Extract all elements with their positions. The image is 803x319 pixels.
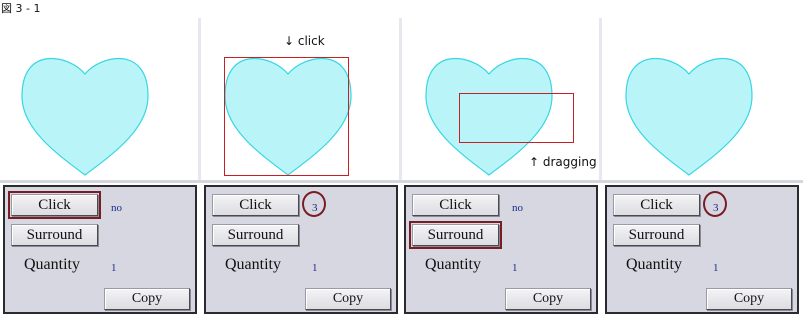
quantity-value: 1 — [111, 262, 117, 274]
copy-button[interactable]: Copy — [104, 288, 190, 310]
copy-button[interactable]: Copy — [505, 288, 591, 310]
surround-button[interactable]: Surround — [409, 221, 502, 249]
quantity-label: Quantity — [626, 256, 682, 273]
click-value: no — [512, 202, 523, 214]
section-divider — [0, 180, 803, 183]
control-panel-3: Click no Surround Quantity 1 Copy — [404, 185, 598, 314]
click-button[interactable]: Click — [613, 194, 700, 216]
quantity-label: Quantity — [425, 256, 481, 273]
control-panel-2: Click 3 Surround Quantity 1 Copy — [204, 185, 398, 314]
click-value: 3 — [312, 202, 318, 214]
click-button[interactable]: Click — [212, 194, 299, 216]
surround-button[interactable]: Surround — [212, 224, 299, 246]
click-button[interactable]: Click — [412, 194, 499, 216]
control-panel-4: Click 3 Surround Quantity 1 Copy — [605, 185, 799, 314]
copy-button[interactable]: Copy — [305, 288, 391, 310]
canvas-3[interactable]: ↑ dragging — [402, 18, 599, 180]
click-value: no — [111, 202, 122, 214]
quantity-value: 1 — [713, 262, 719, 274]
control-panel-1: Click no Surround Quantity 1 Copy — [3, 185, 197, 314]
selection-rectangle — [224, 57, 349, 176]
surround-button[interactable]: Surround — [11, 224, 98, 246]
copy-button[interactable]: Copy — [706, 288, 792, 310]
heart-shape[interactable] — [624, 18, 754, 180]
canvas-4[interactable] — [602, 18, 803, 180]
canvas-2[interactable]: ↓ click — [201, 18, 399, 180]
quantity-label: Quantity — [225, 256, 281, 273]
drag-selection-rectangle — [459, 93, 574, 143]
surround-button[interactable]: Surround — [613, 224, 700, 246]
quantity-value: 1 — [512, 262, 518, 274]
quantity-value: 1 — [312, 262, 318, 274]
heart-shape[interactable] — [20, 18, 150, 180]
click-value: 3 — [713, 202, 719, 214]
figure-title: 図 3 - 1 — [1, 2, 41, 15]
canvas-1[interactable] — [0, 18, 198, 180]
click-button[interactable]: Click — [8, 191, 101, 219]
dragging-annotation: ↑ dragging — [529, 155, 597, 169]
quantity-label: Quantity — [24, 256, 80, 273]
click-annotation: ↓ click — [284, 34, 325, 48]
